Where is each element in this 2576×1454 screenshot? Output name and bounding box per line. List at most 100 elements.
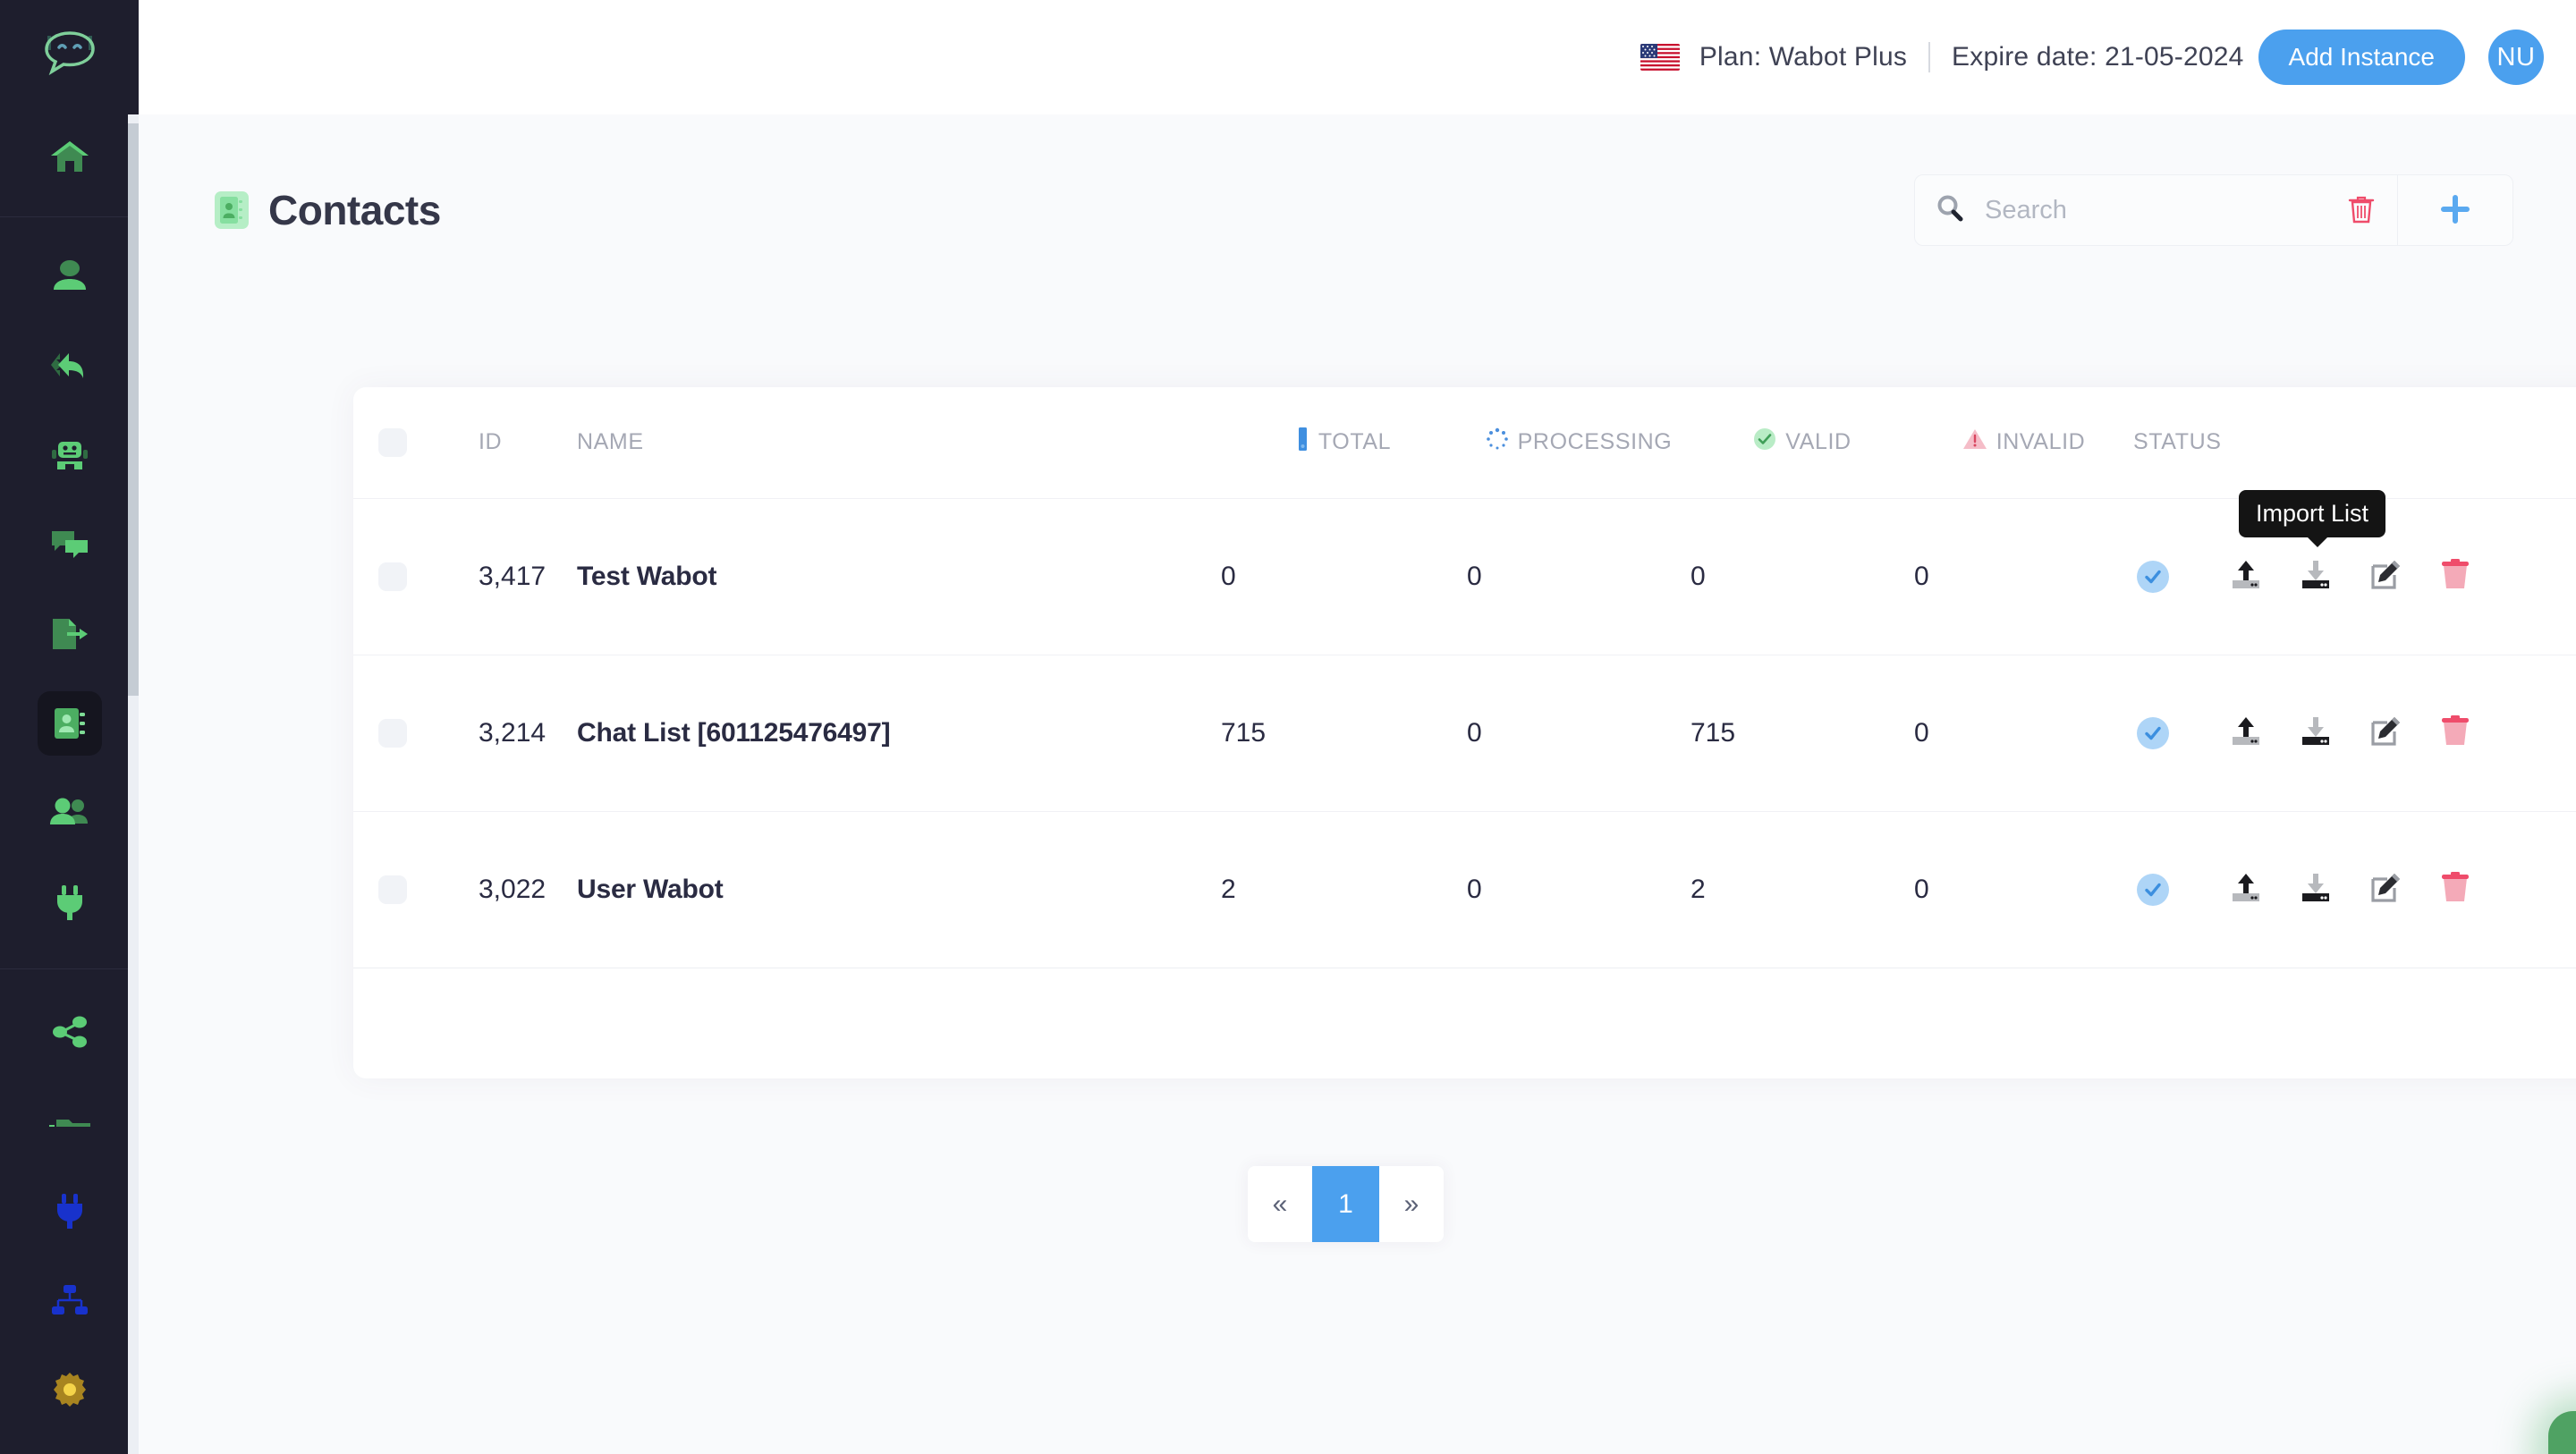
search-input[interactable] (1965, 195, 2340, 225)
sidebar-item-user[interactable] (38, 244, 102, 309)
app-logo[interactable] (0, 0, 139, 114)
page-title: Contacts (268, 187, 441, 233)
row-total: 715 (1221, 717, 1267, 748)
edit-pencil-icon (2369, 559, 2402, 594)
th-processing: PROCESSING (1467, 387, 1690, 498)
select-all-checkbox[interactable] (378, 427, 407, 457)
row-valid: 0 (1690, 561, 1706, 591)
users-group-icon (48, 796, 91, 830)
export-list-button[interactable] (2281, 545, 2351, 608)
sidebar-item-sitemap[interactable] (38, 1268, 102, 1332)
reply-all-icon (49, 350, 90, 382)
th-status: STATUS (2133, 387, 2576, 498)
table-row[interactable]: 3,214 Chat List [601125476497] 715 0 715… (353, 655, 2576, 811)
edit-list-button[interactable] (2351, 702, 2420, 765)
row-actions (2133, 858, 2576, 921)
home-icon (49, 139, 90, 176)
warning-triangle-icon (1962, 427, 1987, 457)
sidebar-item-home[interactable] (38, 125, 102, 190)
row-id: 3,022 (479, 874, 547, 904)
chat-bubble-logo-icon (37, 30, 103, 84)
chat-messages-icon (49, 528, 90, 562)
chat-question-icon (2572, 1435, 2576, 1454)
pagination-next[interactable]: » (1379, 1166, 1444, 1242)
contacts-table: ID NAME TOTAL PROCESSING VALID INVALID S… (353, 387, 2576, 968)
sidebar-item-settings[interactable] (38, 1357, 102, 1422)
export-list-button[interactable] (2281, 702, 2351, 765)
upload-icon (2229, 715, 2263, 750)
download-icon (2299, 559, 2333, 594)
edit-list-button[interactable] (2351, 545, 2420, 608)
expire-date-label: Expire date: 21-05-2024 (1952, 42, 2244, 72)
sidebar-item-bot[interactable] (38, 423, 102, 487)
status-badge[interactable] (2137, 716, 2169, 749)
table-head: ID NAME TOTAL PROCESSING VALID INVALID S… (353, 387, 2576, 498)
avatar[interactable]: NU (2488, 30, 2544, 85)
row-status-cell (2133, 655, 2576, 811)
row-checkbox[interactable] (378, 562, 407, 591)
pagination-prev[interactable]: « (1248, 1166, 1312, 1242)
main-content: Contacts Search ID NAME TOTAL PROCESSING… (139, 114, 2576, 1454)
edit-list-button[interactable] (2351, 858, 2420, 921)
import-list-button[interactable] (2211, 858, 2281, 921)
page-title-group: Contacts (215, 186, 441, 234)
sidebar-scrollbar-track[interactable] (128, 114, 139, 1454)
sidebar-scrollbar-thumb[interactable] (128, 123, 139, 696)
import-list-button[interactable] (2211, 545, 2281, 608)
sidebar-item-share[interactable] (38, 1000, 102, 1064)
sidebar-item-chats[interactable] (38, 512, 102, 577)
row-processing: 0 (1467, 561, 1482, 591)
row-checkbox[interactable] (378, 875, 407, 904)
status-badge[interactable] (2137, 873, 2169, 906)
th-total: TOTAL (1221, 387, 1467, 498)
row-actions (2133, 702, 2576, 765)
sidebar-item-stats[interactable] (38, 1089, 102, 1154)
plug-blue-icon (54, 1192, 86, 1230)
sidebar-item-connect[interactable] (38, 870, 102, 934)
gear-icon (51, 1371, 89, 1408)
sidebar-item-reply[interactable] (38, 334, 102, 398)
th-processing-label: PROCESSING (1517, 429, 1673, 455)
row-processing: 0 (1467, 717, 1482, 748)
add-contact-list-button[interactable] (2398, 175, 2512, 245)
delete-list-button[interactable] (2420, 858, 2490, 921)
sidebar-item-contacts[interactable] (37, 691, 102, 756)
row-select-cell (353, 655, 479, 811)
share-nodes-icon (51, 1016, 89, 1048)
us-flag-icon (1640, 44, 1680, 71)
clear-all-button[interactable] (2340, 194, 2397, 227)
row-status-cell (2133, 811, 2576, 968)
row-valid: 2 (1690, 874, 1706, 904)
plug-green-icon (54, 883, 86, 921)
delete-list-button[interactable] (2420, 702, 2490, 765)
export-list-button[interactable] (2281, 858, 2351, 921)
pagination-page-1[interactable]: 1 (1312, 1166, 1379, 1242)
sidebar-item-groups[interactable] (38, 781, 102, 845)
row-name: Test Wabot (577, 561, 717, 591)
delete-list-button[interactable] (2420, 545, 2490, 608)
row-name: User Wabot (577, 874, 724, 904)
sidebar-divider-2 (0, 968, 139, 969)
table-row[interactable]: 3,022 User Wabot 2 0 2 0 (353, 811, 2576, 968)
sidebar-item-integration[interactable] (38, 1179, 102, 1243)
bar-partial-icon (47, 1114, 92, 1129)
row-select-cell (353, 811, 479, 968)
status-badge[interactable] (2137, 560, 2169, 593)
import-list-button[interactable] (2211, 702, 2281, 765)
sidebar-scroll-area (0, 114, 139, 1454)
topbar: Plan: Wabot Plus Expire date: 21-05-2024… (139, 0, 2576, 114)
add-instance-button[interactable]: Add Instance (2258, 30, 2465, 85)
th-id: ID (479, 387, 577, 498)
help-chat-button[interactable] (2548, 1411, 2576, 1454)
upload-icon (2229, 872, 2263, 907)
sitemap-icon (48, 1283, 91, 1317)
trash-icon (2440, 715, 2470, 750)
row-checkbox[interactable] (378, 718, 407, 748)
sidebar-item-export[interactable] (38, 602, 102, 666)
search-bar (1914, 174, 2513, 246)
tooltip: Import List (2239, 490, 2386, 547)
th-name: NAME (577, 387, 1221, 498)
spinner-icon (1486, 427, 1509, 457)
contact-book-icon (51, 705, 89, 742)
sidebar-divider (0, 216, 139, 217)
